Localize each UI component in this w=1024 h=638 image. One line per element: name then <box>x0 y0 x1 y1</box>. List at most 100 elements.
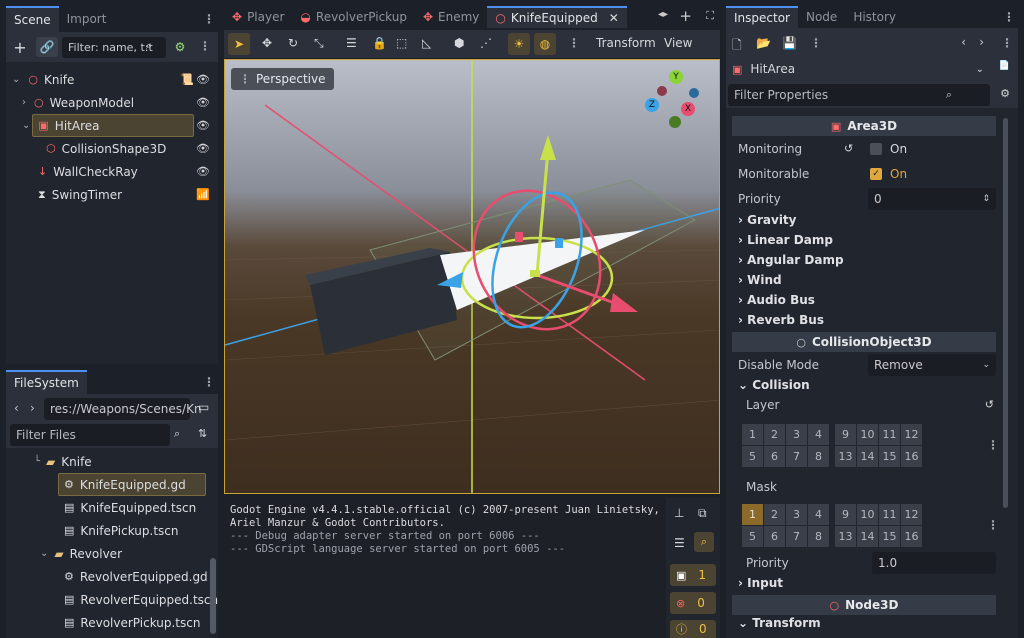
mask-cell[interactable]: 2 <box>764 504 785 525</box>
resource-more-icon[interactable]: ⋮ <box>810 36 822 50</box>
revert-icon[interactable]: ↺ <box>985 398 994 411</box>
group-wind[interactable]: › Wind <box>738 273 782 287</box>
orientation-gizmo[interactable]: Y Z X <box>645 68 709 130</box>
search-output-icon[interactable]: ⌕ <box>694 532 714 552</box>
mask-cell[interactable]: 9 <box>835 504 856 525</box>
priority-spinbox[interactable]: 0 ⇕ <box>868 187 996 210</box>
clear-output-icon[interactable]: ⊥ <box>674 506 684 520</box>
section-collisionobject3d[interactable]: ○ CollisionObject3D <box>732 332 996 352</box>
gizmo-neg-x[interactable] <box>657 86 667 96</box>
layer-cell[interactable]: 3 <box>786 424 807 445</box>
list-select-icon[interactable]: ☰ <box>346 36 357 50</box>
3d-viewport[interactable]: ⋮ Perspective Y Z X <box>224 59 720 494</box>
tab-player[interactable]: ✥ Player <box>224 6 292 28</box>
layer-grid[interactable]: 1 2 3 4 9 10 11 12 5 6 7 8 13 14 15 16 <box>742 424 922 467</box>
tree-node-hitarea[interactable]: ⌄ ▣ HitArea 👁 <box>6 114 218 137</box>
select-tool-icon[interactable]: ➤ <box>228 33 250 55</box>
mask-cell[interactable]: 3 <box>786 504 807 525</box>
sun-preview-icon[interactable]: ☀ <box>508 33 530 55</box>
object-selector[interactable]: ▣ HitArea ⌄ <box>728 57 990 81</box>
error-filter-button[interactable]: ⊗ 0 <box>670 592 716 614</box>
tab-inspector[interactable]: Inspector <box>726 6 798 28</box>
tab-node[interactable]: Node <box>798 6 845 28</box>
tab-filesystem[interactable]: FileSystem <box>6 370 87 394</box>
monitoring-checkbox[interactable] <box>870 142 882 155</box>
toolbar-more-icon[interactable]: ⋮ <box>568 36 580 50</box>
layer-cell[interactable]: 15 <box>879 446 900 467</box>
scroll-tabs-icon[interactable]: ◂▸ <box>658 9 668 20</box>
mask-cell[interactable]: 14 <box>857 526 878 547</box>
layer-cell[interactable]: 14 <box>857 446 878 467</box>
group-linear-damp[interactable]: › Linear Damp <box>738 233 833 247</box>
mask-grid[interactable]: 1 2 3 4 9 10 11 12 5 6 7 8 13 14 15 16 <box>742 504 922 547</box>
group-collision[interactable]: ⌄ Collision <box>738 378 810 392</box>
group-audio-bus[interactable]: › Audio Bus <box>738 293 815 307</box>
mask-menu-icon[interactable]: ⋮ <box>987 518 999 532</box>
mask-cell[interactable]: 5 <box>742 526 763 547</box>
tab-import[interactable]: Import <box>59 6 115 32</box>
path-field[interactable]: res://Weapons/Scenes/Kn <box>44 398 202 420</box>
filesystem-scrollbar[interactable] <box>210 558 216 634</box>
layer-menu-icon[interactable]: ⋮ <box>987 438 999 452</box>
layer-cell[interactable]: 1 <box>742 424 763 445</box>
forward-arrow-icon[interactable]: › <box>30 401 35 415</box>
layer-cell[interactable]: 10 <box>857 424 878 445</box>
section-node3d[interactable]: ○ Node3D <box>732 595 996 615</box>
fs-file-knifeequipped-gd[interactable]: ⚙ KnifeEquipped.gd <box>6 473 208 496</box>
tab-enemy[interactable]: ✥ Enemy <box>415 6 487 28</box>
group-angular-damp[interactable]: › Angular Damp <box>738 253 844 267</box>
mask-cell[interactable]: 16 <box>901 526 922 547</box>
search-icon[interactable]: ⌕ <box>174 427 180 441</box>
fs-folder-knife[interactable]: └ ▰ Knife <box>6 450 208 473</box>
mask-cell[interactable]: 12 <box>901 504 922 525</box>
property-settings-icon[interactable]: ⚙ <box>1000 87 1010 100</box>
gizmo-neg-z[interactable] <box>689 88 699 98</box>
ruler-icon[interactable]: ◺ <box>422 36 431 50</box>
fs-file-knifeequipped-tscn[interactable]: ▤ KnifeEquipped.tscn <box>6 496 208 519</box>
layer-cell[interactable]: 4 <box>808 424 829 445</box>
perspective-button[interactable]: ⋮ Perspective <box>231 68 334 90</box>
mask-cell[interactable]: 11 <box>879 504 900 525</box>
fs-file-revolverequipped-tscn[interactable]: ▤ RevolverEquipped.tscn <box>6 588 218 611</box>
mask-cell[interactable]: 8 <box>808 526 829 547</box>
save-icon[interactable]: 💾 <box>782 36 797 50</box>
disable-mode-select[interactable]: Remove ⌄ <box>868 353 996 376</box>
tree-node-knife[interactable]: ⌄ ○ Knife 📜 👁 <box>6 68 218 91</box>
gizmo-neg-y[interactable] <box>669 116 681 128</box>
layer-cell[interactable]: 12 <box>901 424 922 445</box>
mask-cell[interactable]: 10 <box>857 504 878 525</box>
group-icon[interactable]: ⬚ <box>396 36 407 50</box>
collapse-icon[interactable]: ☰ <box>674 536 685 550</box>
history-back-icon[interactable]: ‹ <box>961 35 966 49</box>
add-node-icon[interactable]: + <box>12 38 28 57</box>
doc-icon[interactable]: 📄 <box>999 61 1010 71</box>
lock-icon[interactable]: 🔒 <box>372 36 387 50</box>
close-icon[interactable]: ✕ <box>609 11 619 25</box>
signal-icon[interactable]: 📶 <box>196 188 210 201</box>
layer-cell[interactable]: 5 <box>742 446 763 467</box>
view-menu[interactable]: View <box>664 36 692 50</box>
filter-properties-input[interactable]: Filter Properties ⌕ <box>728 84 990 106</box>
info-filter-button[interactable]: ⓘ 0 <box>670 620 716 638</box>
filesystem-menu-icon[interactable]: ⋮ <box>203 375 215 389</box>
tree-node-swingtimer[interactable]: ⧗ SwingTimer 📶 <box>6 183 218 206</box>
history-forward-icon[interactable]: › <box>979 35 984 49</box>
visibility-eye-icon[interactable]: 👁 <box>196 165 210 178</box>
visibility-eye-icon[interactable]: 👁 <box>196 96 210 109</box>
layer-cell[interactable]: 8 <box>808 446 829 467</box>
script-icon[interactable]: 📜 <box>180 73 194 86</box>
collision-priority-field[interactable]: 1.0 <box>872 551 996 574</box>
tree-node-weaponmodel[interactable]: › ○ WeaponModel 👁 <box>6 91 218 114</box>
local-space-icon[interactable]: ⬢ <box>454 36 464 50</box>
layer-cell[interactable]: 13 <box>835 446 856 467</box>
rotate-tool-icon[interactable]: ↻ <box>288 36 298 50</box>
mask-cell[interactable]: 13 <box>835 526 856 547</box>
layer-cell[interactable]: 6 <box>764 446 785 467</box>
tree-node-collisionshape3d[interactable]: ⬡ CollisionShape3D 👁 <box>6 137 218 160</box>
section-area3d[interactable]: ▣ Area3D <box>732 116 996 136</box>
object-menu-icon[interactable]: ⋮ <box>1001 36 1013 50</box>
layer-cell[interactable]: 16 <box>901 446 922 467</box>
environment-preview-icon[interactable]: ◍ <box>534 33 556 55</box>
group-transform[interactable]: ⌄ Transform <box>738 616 821 630</box>
tab-history[interactable]: History <box>845 6 904 28</box>
